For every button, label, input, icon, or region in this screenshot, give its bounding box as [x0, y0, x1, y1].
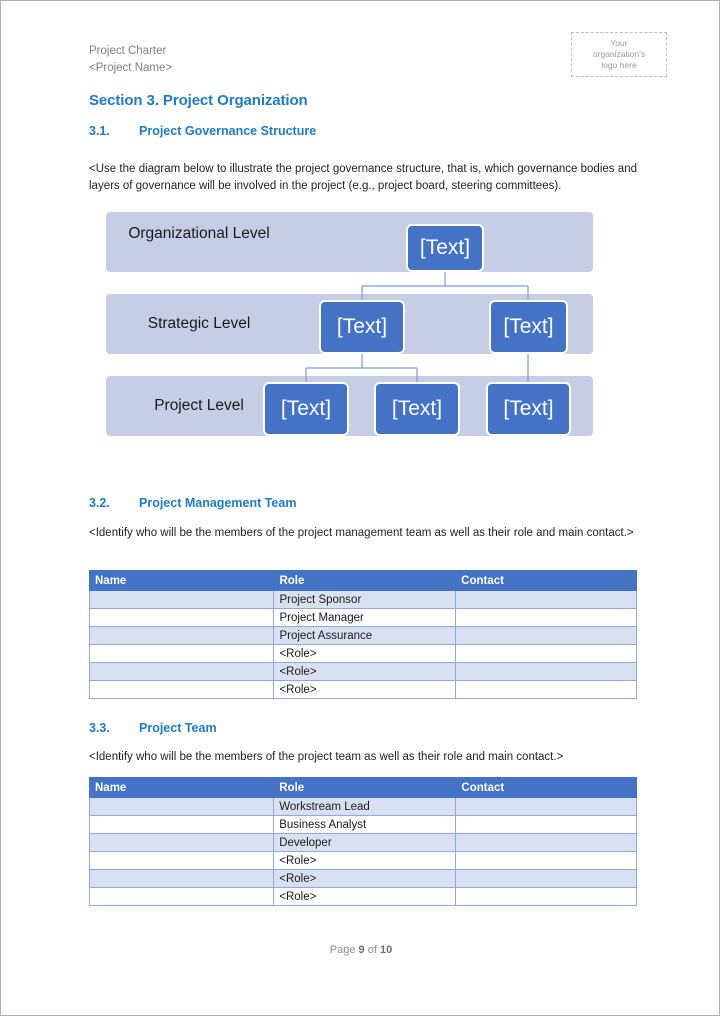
table-row[interactable]: <Role>: [88, 851, 637, 870]
footer-total-pages: 10: [379, 944, 393, 956]
cell-contact[interactable]: [455, 815, 637, 834]
cell-contact[interactable]: [455, 626, 637, 645]
document-header: Project Charter <Project Name>: [89, 43, 172, 77]
subsection-number-3-1: 3.1.: [89, 124, 110, 138]
cell-contact[interactable]: [455, 851, 637, 870]
cell-role[interactable]: <Role>: [273, 887, 457, 906]
cell-role[interactable]: Project Manager: [273, 608, 457, 627]
cell-role[interactable]: Developer: [273, 833, 457, 852]
governance-structure-diagram: Organizational Level Strategic Level Pro…: [106, 212, 593, 436]
subsection-number-3-2: 3.2.: [89, 496, 110, 510]
cell-contact[interactable]: [455, 869, 637, 888]
table-row[interactable]: Developer: [88, 833, 637, 852]
table-row[interactable]: Project Manager: [88, 608, 637, 627]
instruction-text-3-2: <Identify who will be the members of the…: [89, 527, 634, 539]
instruction-text-3-1: <Use the diagram below to illustrate the…: [89, 163, 637, 192]
diagram-node-project-1[interactable]: [Text]: [263, 382, 349, 436]
cell-contact[interactable]: [455, 797, 637, 816]
table-row[interactable]: Project Assurance: [88, 626, 637, 645]
header-project-name: <Project Name>: [89, 62, 173, 74]
document-page: Project Charter <Project Name> Your organ…: [0, 0, 720, 1016]
diagram-level-label-project: Project Level: [154, 397, 244, 414]
table-row[interactable]: Workstream Lead: [88, 797, 637, 816]
cell-name[interactable]: [88, 797, 275, 816]
cell-name[interactable]: [88, 815, 275, 834]
cell-name[interactable]: [88, 662, 275, 681]
column-header-role: Role: [273, 777, 457, 798]
cell-contact[interactable]: [455, 833, 637, 852]
cell-role[interactable]: Business Analyst: [273, 815, 457, 834]
cell-name[interactable]: [88, 833, 275, 852]
cell-contact[interactable]: [455, 608, 637, 627]
diagram-node-strategic-1[interactable]: [Text]: [319, 300, 405, 354]
cell-name[interactable]: [88, 851, 275, 870]
cell-name[interactable]: [88, 680, 275, 699]
cell-role[interactable]: <Role>: [273, 869, 457, 888]
column-header-name: Name: [88, 570, 275, 591]
cell-name[interactable]: [88, 869, 275, 888]
footer-middle: of: [364, 944, 380, 956]
subsection-title-3-1: Project Governance Structure: [139, 124, 317, 138]
column-header-contact: Contact: [455, 777, 637, 798]
section-title: Section 3. Project Organization: [89, 92, 308, 109]
header-doc-title: Project Charter: [89, 45, 167, 57]
cell-name[interactable]: [88, 887, 275, 906]
project-team-table: Name Role Contact Workstream Lead Busine…: [88, 777, 637, 906]
diagram-node-project-3[interactable]: [Text]: [486, 382, 571, 436]
cell-name[interactable]: [88, 626, 275, 645]
table-row[interactable]: Business Analyst: [88, 815, 637, 834]
diagram-node-strategic-2[interactable]: [Text]: [489, 300, 568, 354]
subsection-heading-3-1: 3.1. Project Governance Structure: [89, 124, 316, 138]
page-footer: Page 9 of 10: [1, 944, 719, 956]
cell-role[interactable]: <Role>: [273, 680, 457, 699]
diagram-node-project-2[interactable]: [Text]: [374, 382, 460, 436]
cell-contact[interactable]: [455, 590, 637, 609]
column-header-name: Name: [88, 777, 275, 798]
subsection-title-3-3: Project Team: [139, 721, 217, 735]
column-header-contact: Contact: [455, 570, 637, 591]
table-header-row: Name Role Contact: [88, 777, 637, 798]
cell-role[interactable]: <Role>: [273, 644, 457, 663]
cell-role[interactable]: Workstream Lead: [273, 797, 457, 816]
table-row[interactable]: Project Sponsor: [88, 590, 637, 609]
diagram-node-organizational-1[interactable]: [Text]: [406, 224, 484, 272]
diagram-level-label-strategic: Strategic Level: [147, 315, 251, 332]
table-row[interactable]: <Role>: [88, 644, 637, 663]
instruction-text-3-3: <Identify who will be the members of the…: [89, 751, 564, 763]
project-management-team-table: Name Role Contact Project Sponsor Projec…: [88, 570, 637, 699]
subsection-number-3-3: 3.3.: [89, 721, 110, 735]
cell-contact[interactable]: [455, 887, 637, 906]
cell-contact[interactable]: [455, 680, 637, 699]
footer-prefix: Page: [329, 944, 359, 956]
subsection-title-3-2: Project Management Team: [139, 496, 297, 510]
logo-placeholder-text: Your organization's logo here: [592, 38, 646, 70]
cell-role[interactable]: <Role>: [273, 851, 457, 870]
cell-role[interactable]: <Role>: [273, 662, 457, 681]
organization-logo-placeholder: Your organization's logo here: [571, 32, 667, 77]
cell-name[interactable]: [88, 608, 275, 627]
table-header-row: Name Role Contact: [88, 570, 637, 591]
diagram-level-label-organizational: Organizational Level: [128, 225, 270, 242]
column-header-role: Role: [273, 570, 457, 591]
subsection-heading-3-2: 3.2. Project Management Team: [89, 496, 296, 510]
table-row[interactable]: <Role>: [88, 662, 637, 681]
cell-role[interactable]: Project Sponsor: [273, 590, 457, 609]
cell-name[interactable]: [88, 644, 275, 663]
cell-name[interactable]: [88, 590, 275, 609]
table-row[interactable]: <Role>: [88, 887, 637, 906]
table-row[interactable]: <Role>: [88, 869, 637, 888]
subsection-heading-3-3: 3.3. Project Team: [89, 721, 217, 735]
cell-role[interactable]: Project Assurance: [273, 626, 457, 645]
cell-contact[interactable]: [455, 644, 637, 663]
table-row[interactable]: <Role>: [88, 680, 637, 699]
cell-contact[interactable]: [455, 662, 637, 681]
